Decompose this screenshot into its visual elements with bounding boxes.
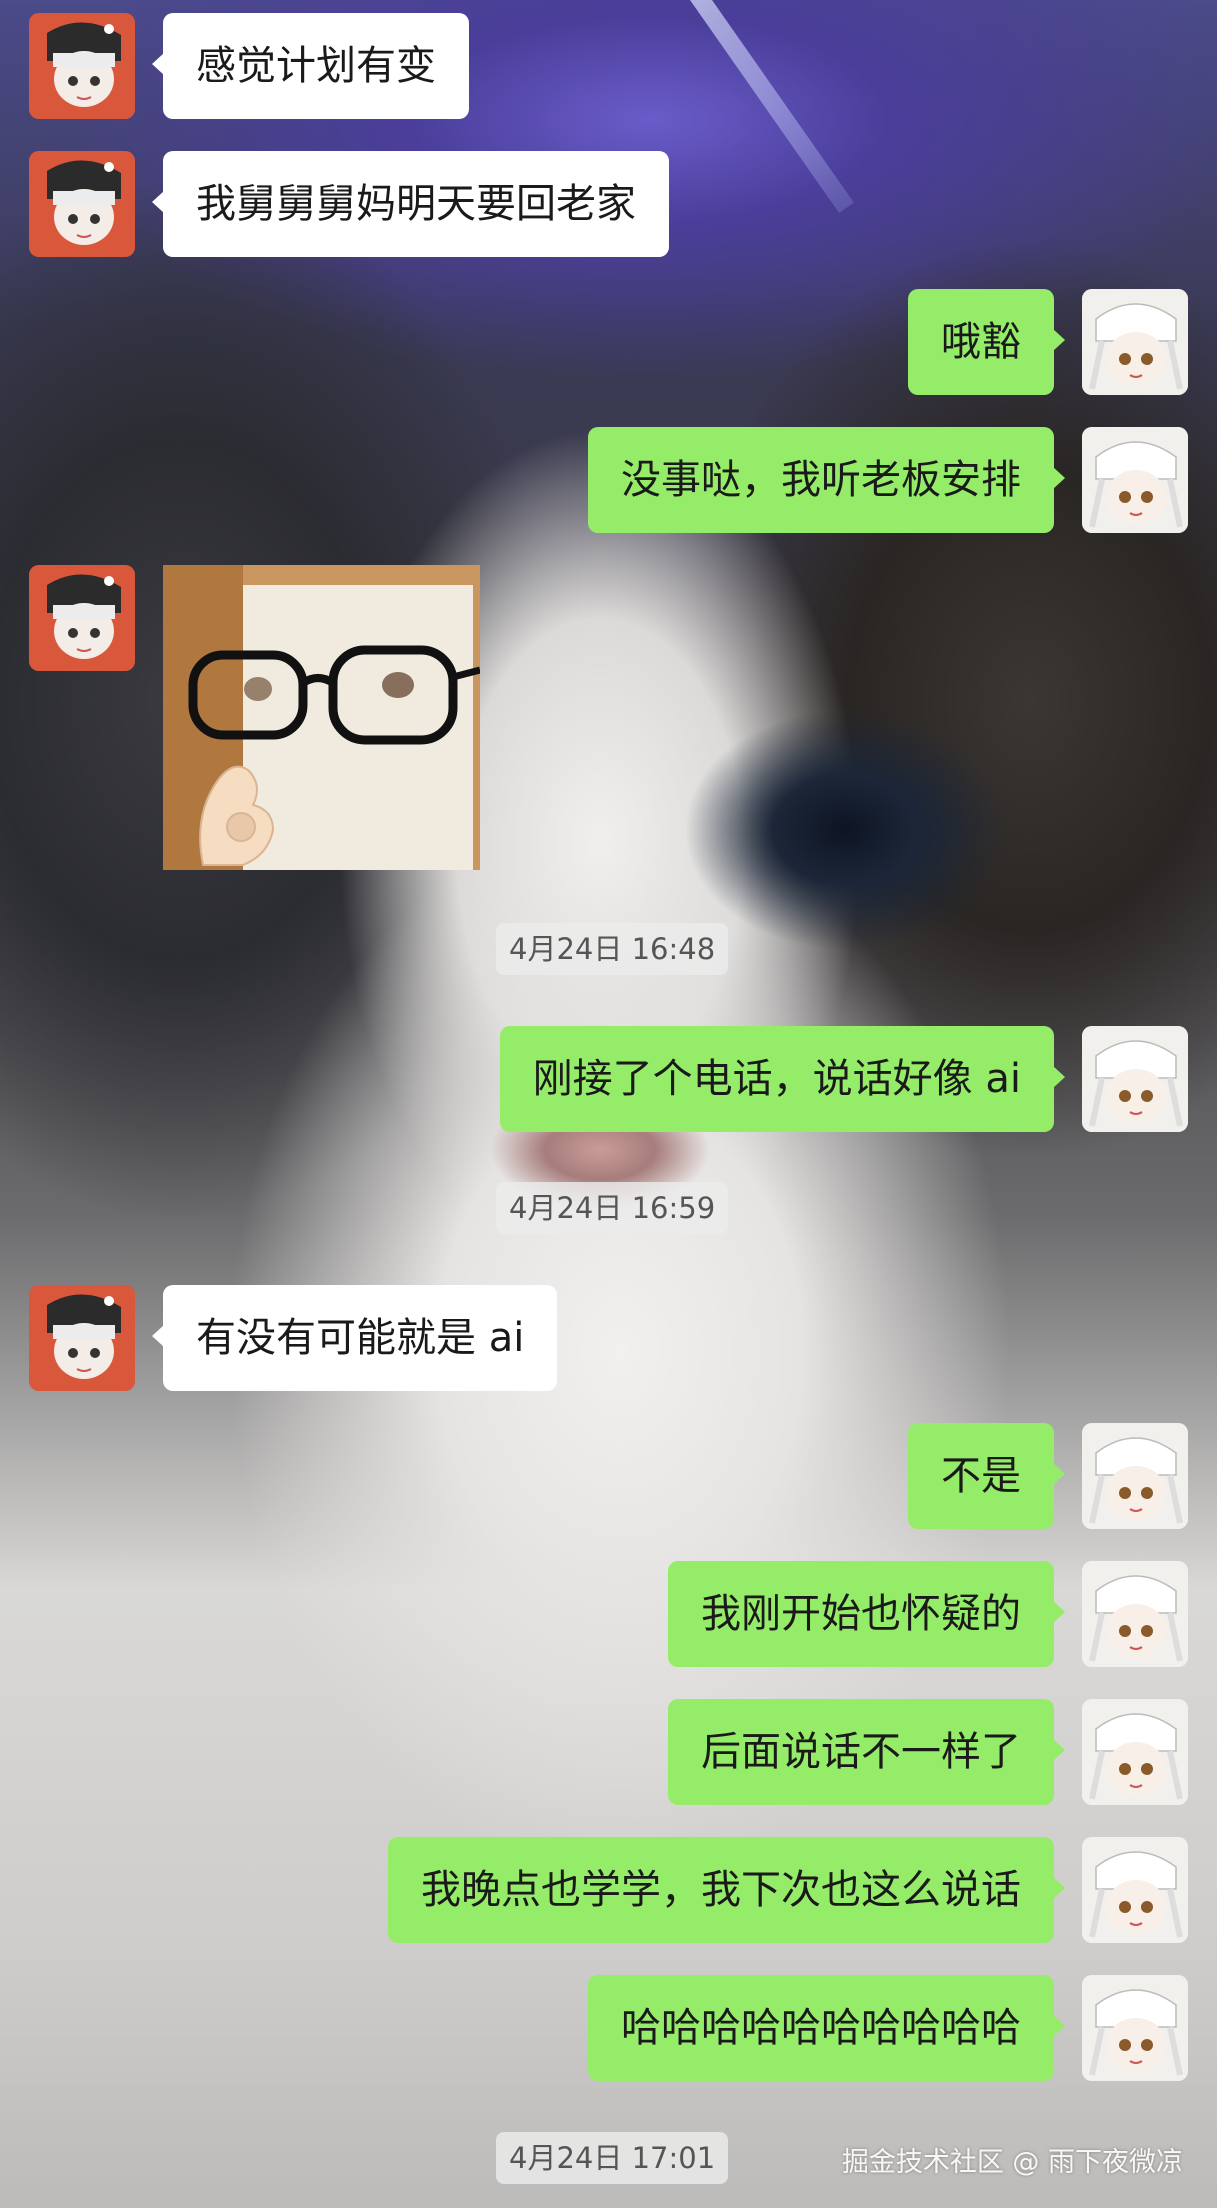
anime-girl-dark-hat-avatar-icon bbox=[29, 13, 135, 119]
my-avatar[interactable] bbox=[1082, 1561, 1188, 1667]
anime-girl-white-hat-avatar-icon bbox=[1082, 1699, 1188, 1805]
anime-girl-white-hat-avatar-icon bbox=[1082, 427, 1188, 533]
friend-avatar[interactable] bbox=[29, 565, 135, 671]
anime-girl-dark-hat-avatar-icon bbox=[29, 1285, 135, 1391]
message-bubble-sent[interactable]: 哦豁 bbox=[908, 289, 1065, 395]
my-avatar[interactable] bbox=[1082, 1837, 1188, 1943]
friend-avatar[interactable] bbox=[29, 151, 135, 257]
message-bubble-sent[interactable]: 没事哒，我听老板安排 bbox=[588, 427, 1065, 533]
my-avatar[interactable] bbox=[1082, 289, 1188, 395]
my-avatar[interactable] bbox=[1082, 1423, 1188, 1529]
anime-girl-white-hat-avatar-icon bbox=[1082, 1423, 1188, 1529]
message-bubble-received[interactable]: 感觉计划有变 bbox=[152, 13, 469, 119]
chat-timestamp: 4月24日 16:48 bbox=[496, 923, 729, 975]
anime-girl-white-hat-avatar-icon bbox=[1082, 1026, 1188, 1132]
my-avatar[interactable] bbox=[1082, 1975, 1188, 2081]
glasses-ok-hand-sticker-icon bbox=[163, 565, 480, 870]
message-bubble-received[interactable]: 我舅舅舅妈明天要回老家 bbox=[152, 151, 669, 257]
anime-girl-white-hat-avatar-icon bbox=[1082, 289, 1188, 395]
chat-timestamp: 4月24日 17:01 bbox=[496, 2132, 729, 2184]
message-bubble-sent[interactable]: 我刚开始也怀疑的 bbox=[668, 1561, 1065, 1667]
anime-girl-dark-hat-avatar-icon bbox=[29, 565, 135, 671]
chat-timestamp: 4月24日 16:59 bbox=[496, 1182, 729, 1234]
anime-girl-white-hat-avatar-icon bbox=[1082, 1561, 1188, 1667]
my-avatar[interactable] bbox=[1082, 1699, 1188, 1805]
message-bubble-sent[interactable]: 刚接了个电话，说话好像 ai bbox=[499, 1026, 1066, 1132]
message-bubble-sent[interactable]: 哈哈哈哈哈哈哈哈哈哈 bbox=[588, 1975, 1065, 2081]
glasses-ok-sticker[interactable] bbox=[163, 565, 480, 870]
friend-avatar[interactable] bbox=[29, 13, 135, 119]
watermark-text: 掘金技术社区 @ 雨下夜微凉 bbox=[841, 2147, 1183, 2178]
friend-avatar[interactable] bbox=[29, 1285, 135, 1391]
anime-girl-dark-hat-avatar-icon bbox=[29, 151, 135, 257]
message-bubble-sent[interactable]: 不是 bbox=[908, 1423, 1065, 1529]
my-avatar[interactable] bbox=[1082, 1026, 1188, 1132]
my-avatar[interactable] bbox=[1082, 427, 1188, 533]
message-bubble-sent[interactable]: 后面说话不一样了 bbox=[668, 1699, 1065, 1805]
message-bubble-sent[interactable]: 我晚点也学学，我下次也这么说话 bbox=[388, 1837, 1065, 1943]
anime-girl-white-hat-avatar-icon bbox=[1082, 1975, 1188, 2081]
chat-screen: 感觉计划有变 我舅舅舅妈明天要回老家 哦豁 没事哒，我听老板安排 4月24日 1… bbox=[0, 0, 1217, 2208]
message-bubble-received[interactable]: 有没有可能就是 ai bbox=[151, 1285, 558, 1391]
anime-girl-white-hat-avatar-icon bbox=[1082, 1837, 1188, 1943]
